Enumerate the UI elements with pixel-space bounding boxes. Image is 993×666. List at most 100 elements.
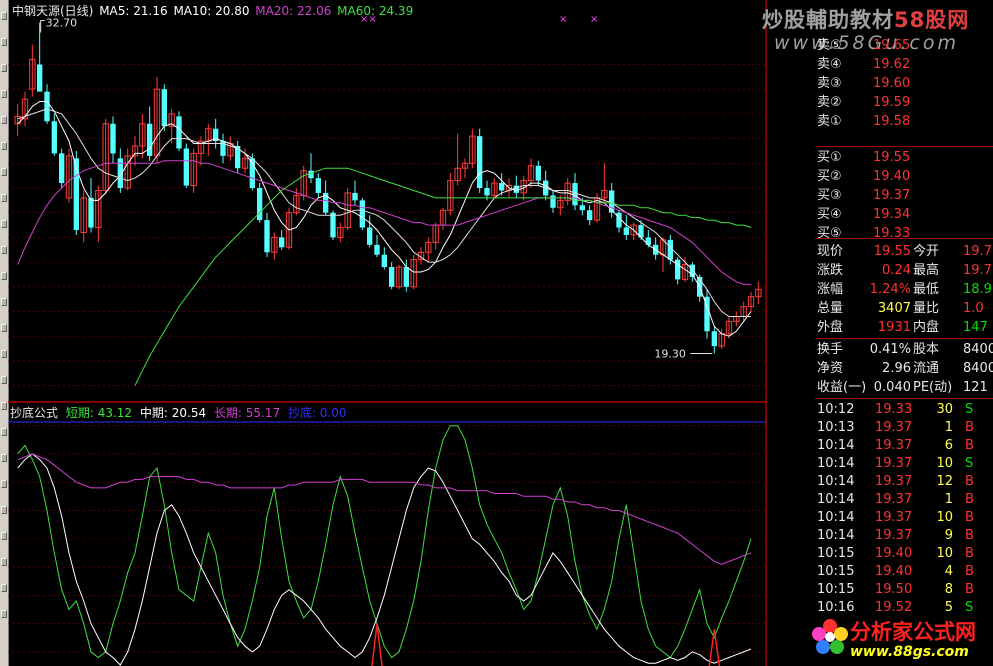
price-header: 中钢天源(日线) MA5: 21.16 MA10: 20.80 MA20: 22…	[12, 2, 413, 19]
tick-time: 10:14	[817, 510, 855, 525]
toolbar-button[interactable]	[1, 532, 7, 540]
finance-value: 0.41%	[869, 342, 911, 357]
tick-volume: 10	[936, 546, 953, 561]
indicator-legend-item: 抄底: 0.00	[284, 406, 347, 420]
signal-spike	[371, 623, 383, 666]
candle-body	[279, 237, 285, 248]
candle-body	[147, 123, 153, 156]
toolbar-button[interactable]	[1, 168, 7, 176]
candle-body	[352, 192, 358, 201]
candle-body	[176, 116, 182, 149]
finance-row: 收益(一) 0.040 PE(动) 121	[815, 378, 993, 397]
toolbar-button[interactable]	[1, 350, 7, 358]
toolbar-button[interactable]	[1, 90, 7, 98]
tick-side: B	[965, 582, 974, 597]
candle-body	[579, 205, 585, 211]
toolbar-button[interactable]	[1, 558, 7, 566]
tick-row: 10:12 19.33 30 S	[815, 400, 993, 419]
tick-volume: 4	[944, 564, 953, 579]
toolbar-button[interactable]	[1, 142, 7, 150]
toolbar-button[interactable]	[1, 324, 7, 332]
toolbar-button[interactable]	[1, 272, 7, 280]
ask-price: 19.60	[873, 76, 911, 91]
signal-marker: ××	[360, 14, 377, 25]
tick-time: 10:13	[817, 420, 855, 435]
candle-body	[675, 259, 681, 280]
toolbar-button[interactable]	[1, 246, 7, 254]
candle-body	[308, 170, 314, 179]
quote-row: 总量 3407 量比 1.0	[815, 299, 993, 318]
candle-body	[44, 91, 50, 122]
toolbar-button[interactable]	[1, 64, 7, 72]
tick-time: 10:15	[817, 564, 855, 579]
toolbar-button[interactable]	[1, 194, 7, 202]
toolbar-button[interactable]	[1, 454, 7, 462]
quote-label: 最高	[913, 263, 940, 278]
ma-legend-item: MA5: 21.16	[99, 4, 168, 18]
bid-label: 买②	[817, 169, 842, 184]
quote-label: 现价	[817, 244, 844, 259]
chart-area: 18.0019.0020.0021.0022.0023.0024.0025.00…	[8, 0, 767, 666]
finance-label: 换手	[817, 342, 844, 357]
quote-label: 涨幅	[817, 282, 844, 297]
watermark-brand: 58股网	[894, 8, 970, 32]
candle-body	[110, 123, 116, 154]
candle-body	[389, 267, 395, 287]
ask-price: 19.62	[873, 57, 911, 72]
toolbar-button[interactable]	[1, 298, 7, 306]
indicator-panel-title: 抄底公式	[10, 406, 59, 420]
tick-row: 10:14 19.37 6 B	[815, 436, 993, 455]
tick-volume: 1	[944, 420, 953, 435]
ask-row: 卖① 19.58	[815, 112, 993, 131]
tick-time: 10:14	[817, 438, 855, 453]
candle-body	[315, 178, 321, 193]
ma-legend-item: MA20: 22.06	[251, 4, 332, 18]
quote-row: 现价 19.55 今开 19.7	[815, 242, 993, 261]
tick-time: 10:14	[817, 528, 855, 543]
toolbar-button[interactable]	[1, 610, 7, 618]
tick-volume: 6	[944, 438, 953, 453]
candle-body	[330, 212, 336, 238]
tick-row: 10:13 19.37 1 B	[815, 418, 993, 437]
candle-body	[59, 153, 65, 184]
tick-row: 10:14 19.37 10 S	[815, 454, 993, 473]
high-marker-line	[40, 19, 45, 33]
quote-value: 19.55	[873, 244, 911, 259]
tick-time: 10:14	[817, 456, 855, 471]
tick-price: 19.37	[875, 492, 913, 507]
quote-label: 最低	[913, 282, 940, 297]
toolbar-button[interactable]	[1, 220, 7, 228]
ask-row: 卖③ 19.60	[815, 74, 993, 93]
toolbar-button[interactable]	[1, 38, 7, 46]
candle-body	[484, 188, 490, 196]
quote-row: 涨幅 1.24% 最低 18.9	[815, 280, 993, 299]
toolbar-button[interactable]	[1, 402, 7, 410]
finance-value: 0.040	[873, 380, 911, 395]
bid-label: 买①	[817, 150, 842, 165]
watermark-top: 炒股輔助教材58股网	[762, 4, 969, 34]
toolbar-button[interactable]	[1, 428, 7, 436]
ask-row: 卖⑤ 19.65	[815, 36, 993, 55]
signal-marker: ×	[559, 14, 568, 25]
toolbar-button[interactable]	[1, 480, 7, 488]
finance-label: 净资	[817, 361, 844, 376]
tick-side: B	[965, 438, 974, 453]
ask-price: 19.59	[873, 95, 911, 110]
toolbar-button[interactable]	[1, 506, 7, 514]
toolbar-button[interactable]	[1, 584, 7, 592]
candle-body	[374, 244, 380, 255]
tick-row: 10:14 19.37 1 B	[815, 490, 993, 509]
finance-row: 换手 0.41% 股本 8400	[815, 340, 993, 359]
toolbar-button[interactable]	[1, 116, 7, 124]
tick-row: 10:16 19.52 5 S	[815, 598, 993, 617]
candle-body	[51, 121, 57, 154]
candle-body	[645, 237, 651, 245]
quote-value: 147	[963, 320, 988, 335]
tick-price: 19.37	[875, 510, 913, 525]
tick-price: 19.37	[875, 528, 913, 543]
quote-value: 19.7	[963, 263, 992, 278]
toolbar-button[interactable]	[1, 376, 7, 384]
ask-label: 卖③	[817, 76, 842, 91]
toolbar-button[interactable]	[1, 12, 7, 20]
bid-row: 买④ 19.34	[815, 205, 993, 224]
